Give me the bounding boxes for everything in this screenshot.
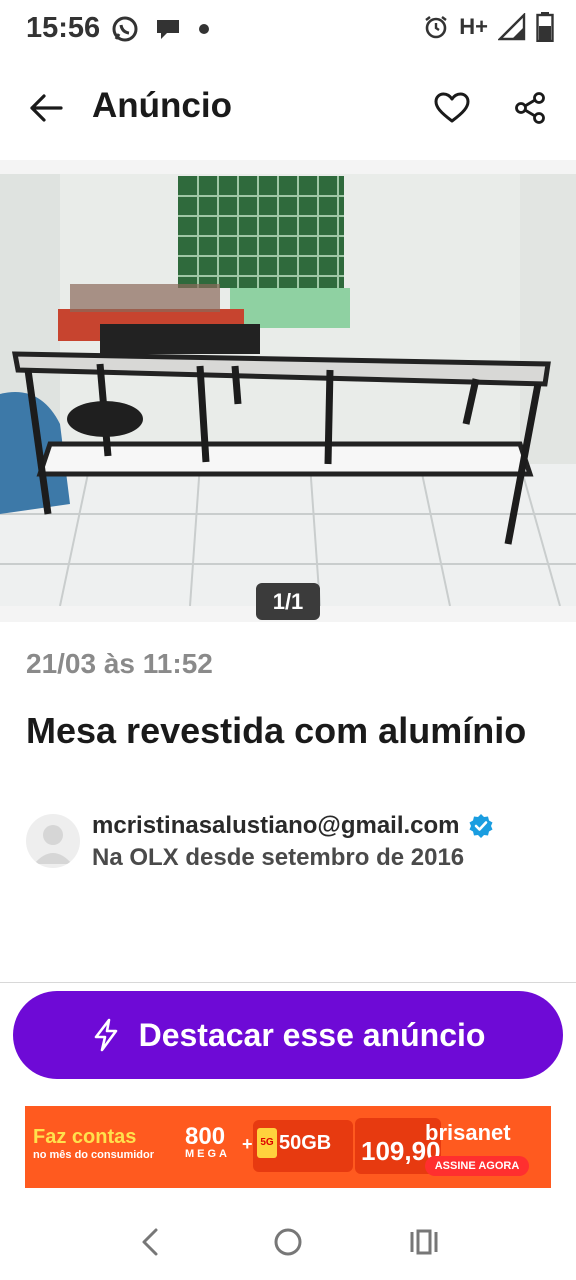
nav-home-button[interactable] (266, 1222, 310, 1262)
ad-gb: 50GB (279, 1132, 332, 1154)
nav-back-icon (142, 1228, 158, 1256)
chat-icon (157, 20, 179, 39)
nav-home-icon (274, 1228, 302, 1256)
network-type: H+ (459, 14, 488, 39)
image-counter: 1/1 (256, 583, 320, 620)
status-time: 15:56 (26, 12, 101, 44)
seller-email: mcristinasalustiano@gmail.com (92, 812, 460, 839)
listing-date: 21/03 às 11:52 (26, 648, 213, 679)
alarm-icon (425, 16, 447, 39)
seller-info[interactable]: mcristinasalustiano@gmail.com Na OLX des… (26, 808, 556, 878)
dot-icon (199, 24, 209, 34)
nav-recents-button[interactable] (402, 1222, 446, 1262)
navigation-bar (0, 1200, 576, 1280)
status-bar: 15:56 H+ (0, 0, 576, 56)
seller-since: Na OLX desde setembro de 2016 (92, 844, 465, 871)
image-gallery[interactable]: 1/1 (0, 160, 576, 622)
page-title: Anúncio (92, 86, 232, 125)
user-placeholder-icon (34, 825, 72, 864)
ad-mega-unit: MEGA (185, 1148, 230, 1160)
heart-icon (434, 92, 470, 123)
table-photo-image (0, 174, 576, 606)
signal-icon (498, 13, 526, 41)
whatsapp-icon (112, 16, 138, 42)
ad-plus: + (242, 1134, 253, 1154)
nav-back-button[interactable] (128, 1222, 172, 1262)
highlight-ad-button[interactable]: Destacar esse anúncio (13, 991, 563, 1079)
listing-photo[interactable] (0, 174, 576, 606)
ad-brand: brisanet (425, 1120, 511, 1145)
share-button[interactable] (508, 86, 552, 130)
listing-title: Mesa revestida com alumínio (26, 710, 527, 751)
ad-cta[interactable]: ASSINE AGORA (425, 1156, 529, 1176)
favorite-button[interactable] (430, 86, 474, 130)
ad-headline: Faz contas (33, 1126, 137, 1148)
ad-5g-chip: 5G (257, 1128, 277, 1158)
share-icon (515, 92, 545, 124)
ad-mega-number: 800 (185, 1123, 226, 1150)
divider (0, 982, 576, 983)
cta-label: Destacar esse anúncio (138, 1016, 486, 1053)
avatar (26, 814, 80, 868)
arrow-back-icon (30, 94, 63, 122)
app-bar: Anúncio (0, 56, 576, 160)
back-button[interactable] (24, 86, 68, 130)
nav-recents-icon (410, 1229, 438, 1255)
ad-5g-box: 5G 50GB (253, 1120, 353, 1172)
lightning-icon (94, 1018, 117, 1052)
ad-banner[interactable]: Faz contas no mês do consumidor 800 MEGA… (25, 1106, 551, 1188)
battery-icon (536, 12, 554, 42)
verified-badge-icon (469, 814, 493, 838)
ad-subtitle: no mês do consumidor (33, 1149, 155, 1161)
